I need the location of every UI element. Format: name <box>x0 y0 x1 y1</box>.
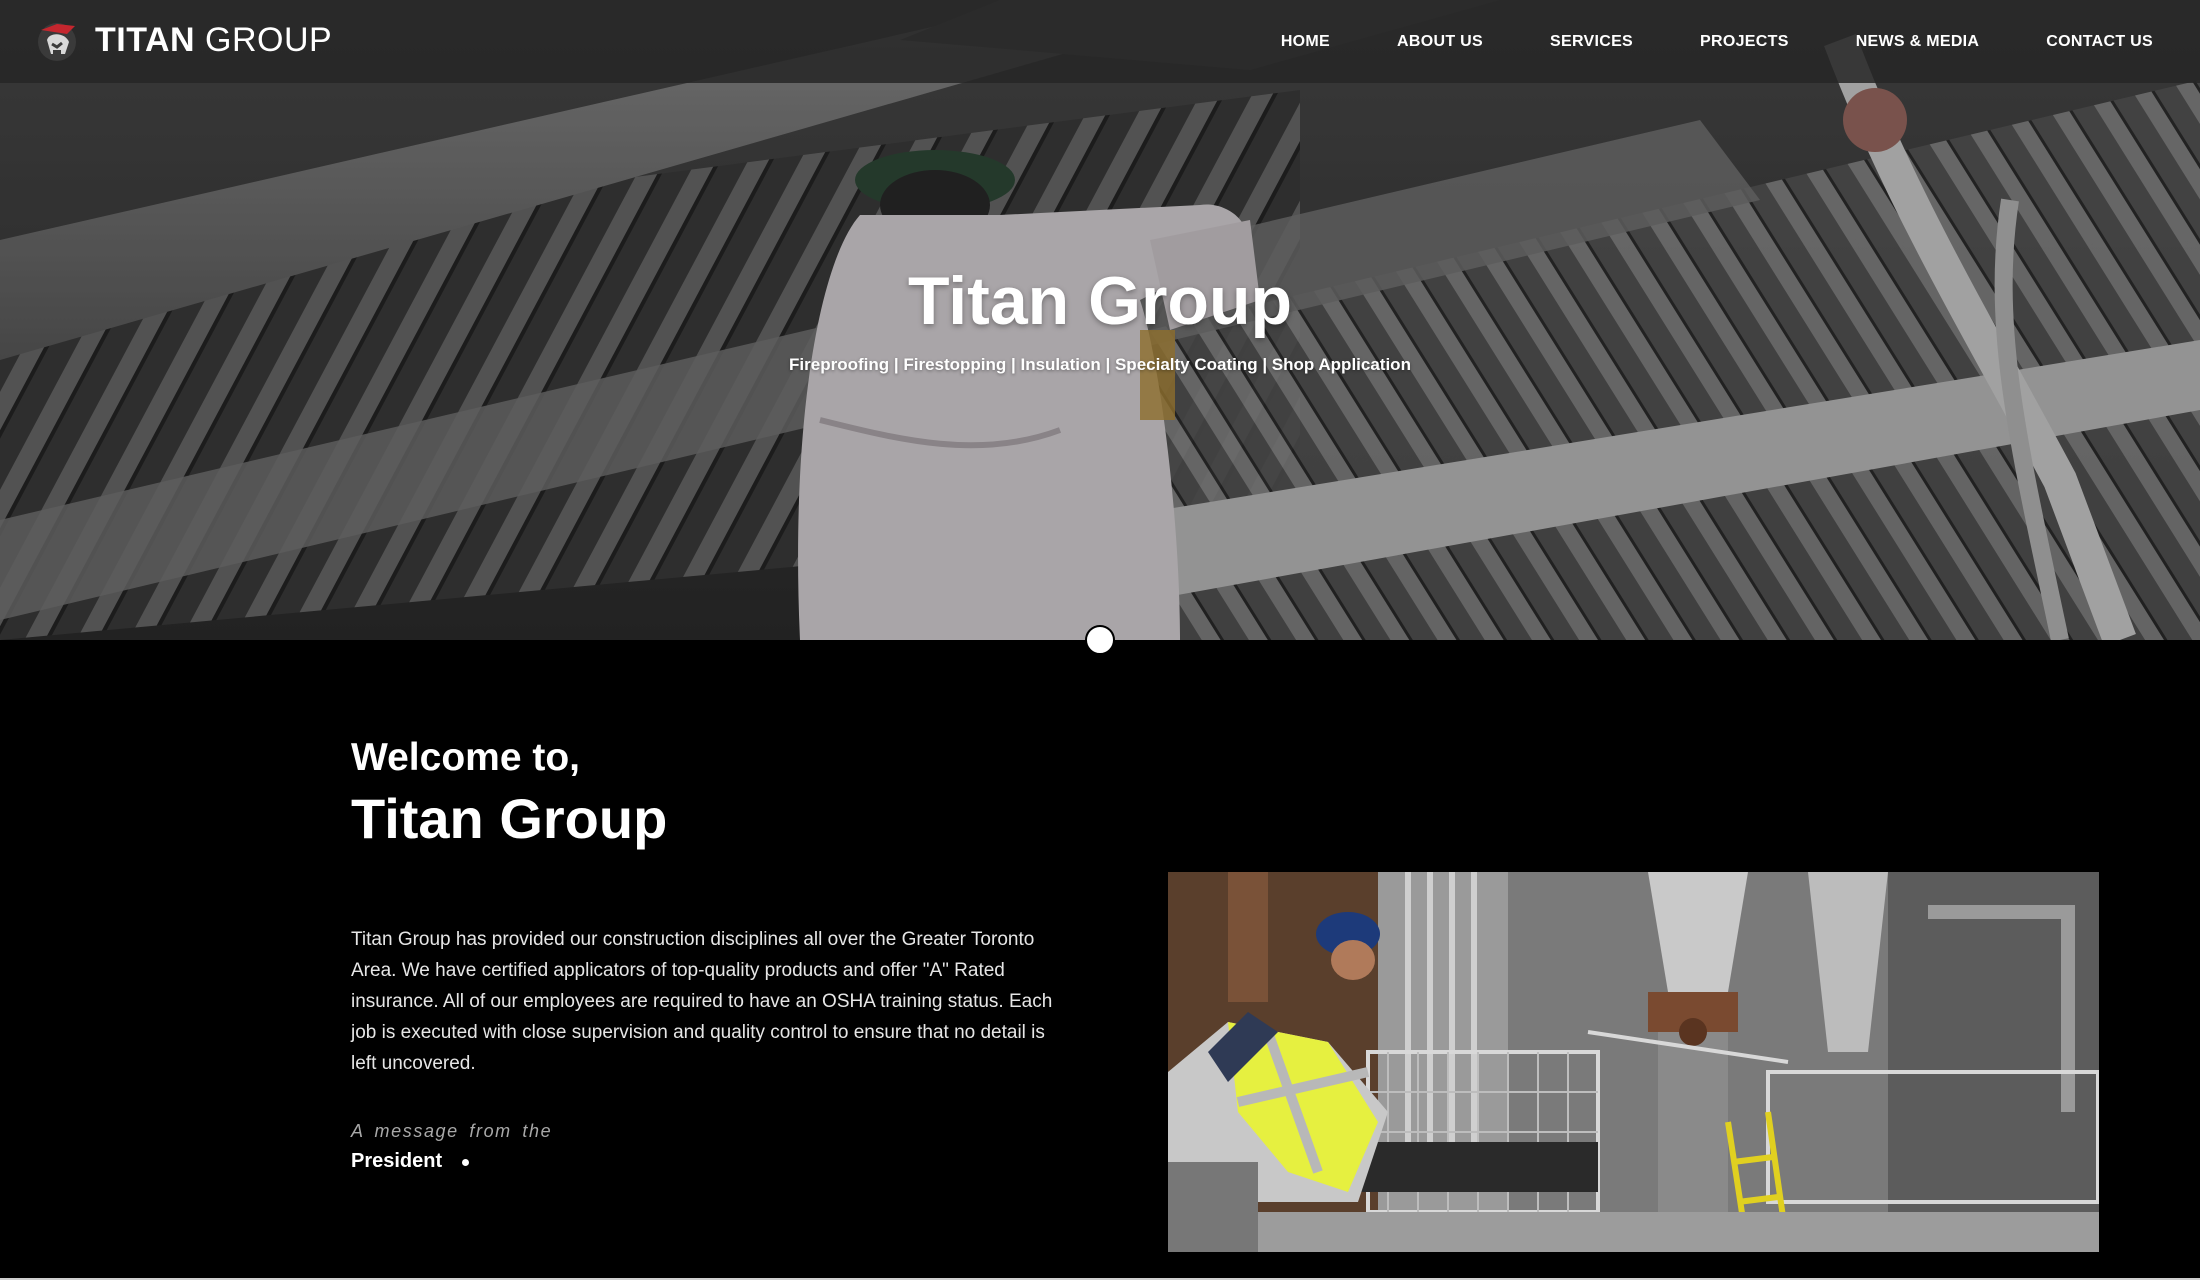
hero-subtitle: Fireproofing | Firestopping | Insulation… <box>789 355 1411 374</box>
logo-word-group: GROUP <box>205 20 333 59</box>
nav-home[interactable]: HOME <box>1281 33 1330 51</box>
nav-about-us[interactable]: ABOUT US <box>1397 33 1483 51</box>
hero-slider-dot[interactable] <box>1085 625 1115 655</box>
welcome-kicker: Welcome to, <box>351 736 580 779</box>
titan-helmet-logo-icon <box>38 23 76 61</box>
president-label: President <box>351 1150 443 1172</box>
hero-banner: Titan Group Fireproofing | Firestopping … <box>0 0 2200 640</box>
construction-site-photo <box>1168 872 2099 1252</box>
president-message-link[interactable]: President <box>351 1150 470 1173</box>
nav-projects[interactable]: PROJECTS <box>1700 33 1789 51</box>
nav-services[interactable]: SERVICES <box>1550 33 1633 51</box>
site-header: TITAN GROUP HOME ABOUT US SERVICES PROJE… <box>0 0 2200 83</box>
welcome-section: Welcome to, Titan Group Titan Group has … <box>0 640 2200 1280</box>
message-from-label: A message from the <box>351 1121 553 1141</box>
logo-wordmark: TITAN GROUP <box>95 21 332 60</box>
nav-news-media[interactable]: NEWS & MEDIA <box>1856 33 1980 51</box>
welcome-description: Titan Group has provided our constructio… <box>351 929 1053 1074</box>
welcome-title: Titan Group <box>351 787 668 850</box>
hero-title: Titan Group <box>907 263 1293 339</box>
bullet-dot-icon <box>462 1159 470 1166</box>
site-logo[interactable]: TITAN GROUP <box>33 16 332 64</box>
main-navigation: HOME ABOUT US SERVICES PROJECTS NEWS & M… <box>1281 0 2153 83</box>
logo-word-titan: TITAN <box>95 20 196 59</box>
nav-contact-us[interactable]: CONTACT US <box>2046 33 2153 51</box>
construction-site-image <box>1168 872 2099 1252</box>
